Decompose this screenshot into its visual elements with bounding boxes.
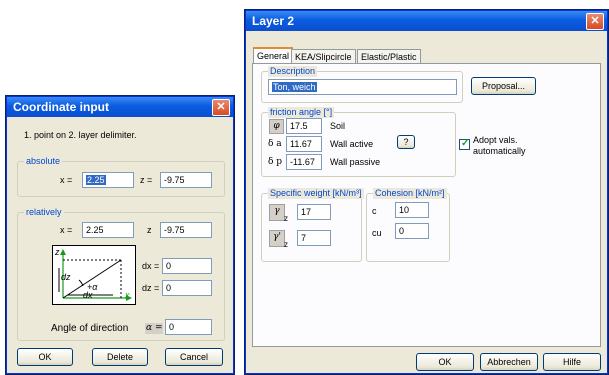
- description-value: Ton, weich: [272, 82, 317, 92]
- abs-z-label: z =: [140, 175, 153, 185]
- adopt-checkbox[interactable]: ✓: [459, 138, 470, 150]
- rel-x-label: x =: [60, 225, 73, 235]
- layer-title-bar[interactable]: Layer 2 ✕: [246, 11, 607, 31]
- delta-a-symbol: δ a: [268, 139, 282, 149]
- cu-label: cu: [372, 228, 382, 238]
- dz-label: dz =: [142, 283, 160, 293]
- delta-p-label: Wall passive: [330, 157, 381, 167]
- description-input[interactable]: Ton, weich: [268, 79, 457, 95]
- abs-x-input[interactable]: 2.25: [82, 172, 134, 188]
- gamma-z-sub: z: [284, 214, 288, 223]
- instruction-text: 1. point on 2. layer delimiter.: [24, 130, 137, 140]
- cohesion-group-label: Cohesion [kN/m²]: [373, 188, 447, 199]
- diagram-x-label: x: [125, 290, 130, 300]
- diagram-z-label: z: [55, 247, 60, 257]
- layer-cancel-button[interactable]: Abbrechen: [480, 353, 538, 371]
- diagram-dx-label: dx: [83, 290, 93, 300]
- close-icon[interactable]: ✕: [586, 13, 604, 30]
- help-icon[interactable]: ?: [397, 135, 415, 149]
- cu-input[interactable]: 0: [395, 223, 429, 239]
- rel-x-input[interactable]: 2.25: [82, 222, 134, 238]
- layer-dialog: Layer 2 ✕ General KEA/Slipcircle Elastic…: [245, 10, 608, 374]
- close-icon[interactable]: ✕: [212, 99, 230, 116]
- phi-label: Soil: [330, 121, 346, 131]
- angle-symbol: α =: [145, 323, 164, 334]
- specific-weight-group-label: Specific weight [kN/m³]: [268, 188, 364, 199]
- tab-general[interactable]: General: [253, 47, 294, 64]
- gamma-z-input[interactable]: 17: [297, 204, 331, 220]
- phi-symbol: φ: [269, 119, 284, 134]
- proposal-button[interactable]: Proposal...: [471, 77, 536, 95]
- gamma-z-symbol: γ: [269, 204, 285, 221]
- abs-x-label: x =: [60, 175, 73, 185]
- delta-p-symbol: δ p: [268, 157, 283, 167]
- delta-p-input[interactable]: -11.67: [286, 154, 322, 170]
- coord-ok-button[interactable]: OK: [17, 348, 73, 366]
- layer-ok-button[interactable]: OK: [416, 353, 474, 371]
- gamma-z-prime-sub: z: [284, 240, 288, 249]
- c-label: c: [372, 206, 377, 216]
- rel-z-input[interactable]: -9.75: [160, 222, 212, 238]
- coordinate-dialog: Coordinate input ✕ 1. point on 2. layer …: [6, 96, 234, 374]
- layer-help-button[interactable]: Hilfe: [543, 353, 601, 371]
- gamma-z-prime-symbol: γ': [269, 230, 285, 247]
- tab-kea-slipcircle[interactable]: KEA/Slipcircle: [291, 49, 356, 64]
- delta-a-label: Wall active: [330, 139, 374, 149]
- abs-x-value: 2.25: [86, 175, 106, 185]
- angle-label: Angle of direction: [51, 323, 129, 334]
- description-group-label: Description: [268, 66, 318, 77]
- gamma-z-prime-input[interactable]: 7: [297, 230, 331, 246]
- coordinate-title: Coordinate input: [13, 100, 109, 114]
- dx-input[interactable]: 0: [162, 258, 212, 274]
- friction-angle-group-label: friction angle [°]: [268, 107, 335, 118]
- layer-title: Layer 2: [252, 14, 295, 28]
- coord-delete-button[interactable]: Delete: [92, 348, 148, 366]
- angle-input[interactable]: 0: [165, 319, 212, 335]
- rel-z-label: z: [147, 225, 152, 235]
- coord-cancel-button[interactable]: Cancel: [165, 348, 223, 366]
- direction-diagram: z dz +α dx x: [52, 245, 136, 305]
- coordinate-title-bar[interactable]: Coordinate input ✕: [7, 97, 233, 117]
- abs-z-input[interactable]: -9.75: [160, 172, 212, 188]
- diagram-dz-label: dz: [61, 272, 71, 282]
- check-icon: ✓: [461, 138, 470, 149]
- adopt-label[interactable]: Adopt vals. automatically: [473, 135, 533, 157]
- dz-input[interactable]: 0: [162, 280, 212, 296]
- phi-input[interactable]: 17.5: [286, 118, 322, 134]
- relatively-group-label: relatively: [24, 207, 64, 218]
- c-input[interactable]: 10: [395, 202, 429, 218]
- absolute-group-label: absolute: [24, 156, 63, 167]
- delta-a-input[interactable]: 11.67: [286, 136, 322, 152]
- dx-label: dx =: [142, 261, 160, 271]
- tab-elastic-plastic[interactable]: Elastic/Plastic: [357, 49, 421, 64]
